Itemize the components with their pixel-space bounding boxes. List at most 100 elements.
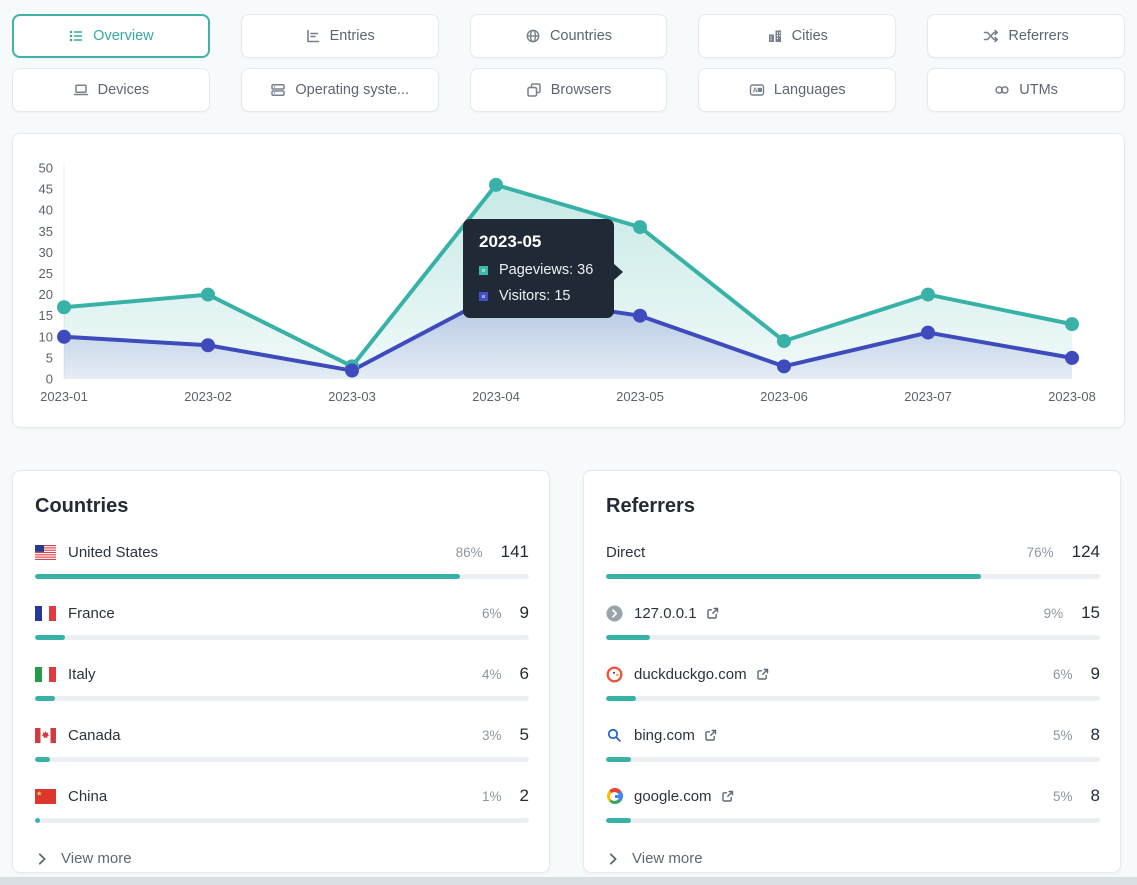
country-row-canada[interactable]: Canada 3% 5: [35, 723, 529, 762]
tab-label: Operating syste...: [295, 82, 409, 98]
countries-card-title: Countries: [35, 495, 529, 518]
progress-track: [35, 574, 529, 579]
percent-value: 76%: [1027, 545, 1054, 560]
progress-fill: [35, 757, 50, 762]
bar-chart-icon: [305, 28, 321, 44]
referrer-row-duckduckgo[interactable]: duckduckgo.com 6% 9: [606, 662, 1100, 701]
count-value: 8: [1091, 725, 1100, 745]
svg-text:25: 25: [39, 266, 53, 281]
svg-text:2023-03: 2023-03: [328, 389, 376, 404]
progress-fill: [35, 574, 460, 579]
flag-united-states-icon: [35, 545, 56, 560]
tooltip-pageviews-value: Pageviews: 36: [499, 262, 593, 278]
browsers-icon: [526, 82, 542, 98]
country-name: United States: [68, 544, 158, 561]
referrer-name[interactable]: duckduckgo.com: [634, 666, 747, 683]
tab-label: Referrers: [1008, 28, 1068, 44]
referrer-row-direct[interactable]: Direct 76% 124: [606, 540, 1100, 579]
count-value: 6: [520, 664, 529, 684]
tab-label: Languages: [774, 82, 846, 98]
progress-track: [35, 696, 529, 701]
tab-referrers[interactable]: Referrers: [927, 14, 1125, 58]
svg-text:40: 40: [39, 203, 53, 218]
tab-label: Browsers: [551, 82, 611, 98]
percent-value: 3%: [482, 728, 502, 743]
progress-fill: [35, 635, 65, 640]
country-row-united-states[interactable]: United States 86% 141: [35, 540, 529, 579]
external-link-icon[interactable]: [704, 729, 717, 742]
progress-fill: [606, 696, 636, 701]
page-bottom-edge: [0, 877, 1137, 885]
tab-entries[interactable]: Entries: [241, 14, 439, 58]
flag-canada-icon: [35, 728, 56, 743]
external-link-icon[interactable]: [706, 607, 719, 620]
country-row-china[interactable]: China 1% 2: [35, 784, 529, 823]
tab-label: Countries: [550, 28, 612, 44]
svg-text:2023-04: 2023-04: [472, 389, 520, 404]
svg-text:50: 50: [39, 161, 53, 176]
country-row-italy[interactable]: Italy 4% 6: [35, 662, 529, 701]
referrer-name[interactable]: bing.com: [634, 727, 695, 744]
percent-value: 1%: [482, 789, 502, 804]
tab-operating-systems[interactable]: Operating syste...: [241, 68, 439, 112]
tooltip-title: 2023-05: [479, 232, 598, 252]
tab-devices[interactable]: Devices: [12, 68, 210, 112]
country-name: China: [68, 788, 107, 805]
svg-text:30: 30: [39, 245, 53, 260]
referrer-name[interactable]: google.com: [634, 788, 712, 805]
server-icon: [270, 82, 286, 98]
tab-countries[interactable]: Countries: [470, 14, 668, 58]
svg-text:10: 10: [39, 329, 53, 344]
external-link-icon[interactable]: [756, 668, 769, 681]
view-more-label: View more: [61, 850, 132, 867]
count-value: 5: [520, 725, 529, 745]
svg-text:2023-08: 2023-08: [1048, 389, 1096, 404]
tooltip-arrow: [613, 263, 623, 281]
tab-cities[interactable]: Cities: [698, 14, 896, 58]
globe-icon: [525, 28, 541, 44]
referrer-row-google[interactable]: google.com 5% 8: [606, 784, 1100, 823]
tab-label: Cities: [792, 28, 828, 44]
count-value: 124: [1072, 542, 1100, 562]
referrers-card-title: Referrers: [606, 495, 1100, 518]
countries-view-more-button[interactable]: View more: [37, 850, 529, 867]
tab-browsers[interactable]: Browsers: [470, 68, 668, 112]
tab-languages[interactable]: A Languages: [698, 68, 896, 112]
referrers-view-more-button[interactable]: View more: [608, 850, 1100, 867]
link-icon: [994, 82, 1010, 98]
shuffle-icon: [983, 28, 999, 44]
progress-track: [35, 818, 529, 823]
percent-value: 86%: [456, 545, 483, 560]
count-value: 8: [1091, 786, 1100, 806]
translate-icon: A: [749, 82, 765, 98]
tab-overview[interactable]: Overview: [12, 14, 210, 58]
percent-value: 5%: [1053, 789, 1073, 804]
referrer-name[interactable]: 127.0.0.1: [634, 605, 697, 622]
referrer-name: Direct: [606, 544, 645, 561]
count-value: 2: [520, 786, 529, 806]
svg-text:45: 45: [39, 182, 53, 197]
flag-china-icon: [35, 789, 56, 804]
country-row-france[interactable]: France 6% 9: [35, 601, 529, 640]
percent-value: 4%: [482, 667, 502, 682]
view-more-label: View more: [632, 850, 703, 867]
progress-track: [606, 757, 1100, 762]
traffic-chart-card: 051015202530354045502023-012023-022023-0…: [12, 133, 1125, 428]
progress-fill: [35, 818, 40, 823]
referrer-row-localhost[interactable]: 127.0.0.1 9% 15: [606, 601, 1100, 640]
svg-text:2023-02: 2023-02: [184, 389, 232, 404]
flag-italy-icon: [35, 667, 56, 682]
progress-track: [35, 757, 529, 762]
percent-value: 9%: [1044, 606, 1064, 621]
progress-fill: [606, 818, 631, 823]
default-favicon-icon: [606, 605, 623, 622]
referrer-row-bing[interactable]: bing.com 5% 8: [606, 723, 1100, 762]
external-link-icon[interactable]: [721, 790, 734, 803]
city-icon: [767, 28, 783, 44]
tab-utms[interactable]: UTMs: [927, 68, 1125, 112]
country-name: France: [68, 605, 115, 622]
duckduckgo-favicon-icon: [606, 666, 623, 683]
flag-france-icon: [35, 606, 56, 621]
svg-text:0: 0: [46, 372, 53, 387]
progress-fill: [606, 757, 631, 762]
